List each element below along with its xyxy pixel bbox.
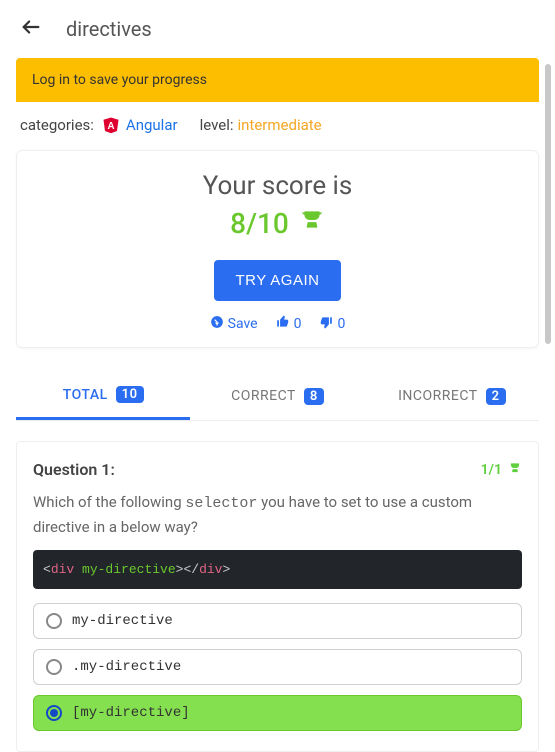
like-count: 0 — [294, 316, 302, 332]
tab-correct-count: 8 — [304, 388, 324, 405]
tab-incorrect-count: 2 — [486, 388, 506, 405]
scrollbar[interactable] — [545, 64, 551, 344]
option-label: my-directive — [72, 613, 173, 629]
tab-correct[interactable]: CORRECT 8 — [190, 372, 364, 420]
svg-text:A: A — [107, 121, 114, 132]
radio-icon — [46, 613, 62, 629]
tab-correct-label: CORRECT — [231, 388, 296, 404]
option-1[interactable]: .my-directive — [33, 649, 522, 685]
score-title: Your score is — [27, 171, 528, 201]
dislike-action[interactable]: 0 — [319, 315, 345, 333]
save-label: Save — [228, 316, 258, 332]
try-again-button[interactable]: TRY AGAIN — [214, 260, 342, 301]
option-label: .my-directive — [72, 659, 181, 675]
thumbs-up-icon — [276, 315, 290, 333]
save-action[interactable]: Save — [210, 315, 258, 333]
code-block: <div my-directive></div> — [33, 550, 522, 589]
tab-total-label: TOTAL — [63, 387, 108, 403]
categories-label: categories: — [20, 116, 94, 134]
tabs: TOTAL 10 CORRECT 8 INCORRECT 2 — [16, 372, 539, 421]
thumbs-down-icon — [319, 315, 333, 333]
save-icon — [210, 315, 224, 333]
trophy-icon — [508, 461, 522, 479]
option-0[interactable]: my-directive — [33, 603, 522, 639]
page-title: directives — [66, 17, 152, 41]
question-number: Question 1: — [33, 460, 115, 479]
angular-icon: A — [102, 116, 120, 134]
tab-incorrect[interactable]: INCORRECT 2 — [365, 372, 539, 420]
radio-icon — [46, 659, 62, 675]
back-icon[interactable] — [20, 16, 42, 42]
category-link[interactable]: Angular — [126, 116, 178, 134]
score-card: Your score is 8/10 TRY AGAIN Save 0 0 — [16, 150, 539, 348]
question-card: Question 1: 1/1 Which of the following s… — [16, 441, 539, 752]
tab-total-count: 10 — [116, 386, 144, 403]
level-value: intermediate — [238, 116, 322, 134]
option-label: [my-directive] — [72, 705, 190, 721]
level-label: level: — [200, 116, 234, 134]
score-value: 8/10 — [230, 207, 289, 240]
option-2[interactable]: [my-directive] — [33, 695, 522, 731]
tab-total[interactable]: TOTAL 10 — [16, 372, 190, 420]
meta-row: categories: A Angular level: intermediat… — [16, 102, 539, 140]
question-text: Which of the following selector you have… — [33, 491, 522, 538]
radio-icon — [46, 705, 62, 721]
trophy-icon — [299, 207, 325, 240]
dislike-count: 0 — [337, 316, 345, 332]
question-points: 1/1 — [481, 461, 522, 479]
login-banner[interactable]: Log in to save your progress — [16, 58, 539, 102]
tab-incorrect-label: INCORRECT — [398, 388, 478, 404]
like-action[interactable]: 0 — [276, 315, 302, 333]
